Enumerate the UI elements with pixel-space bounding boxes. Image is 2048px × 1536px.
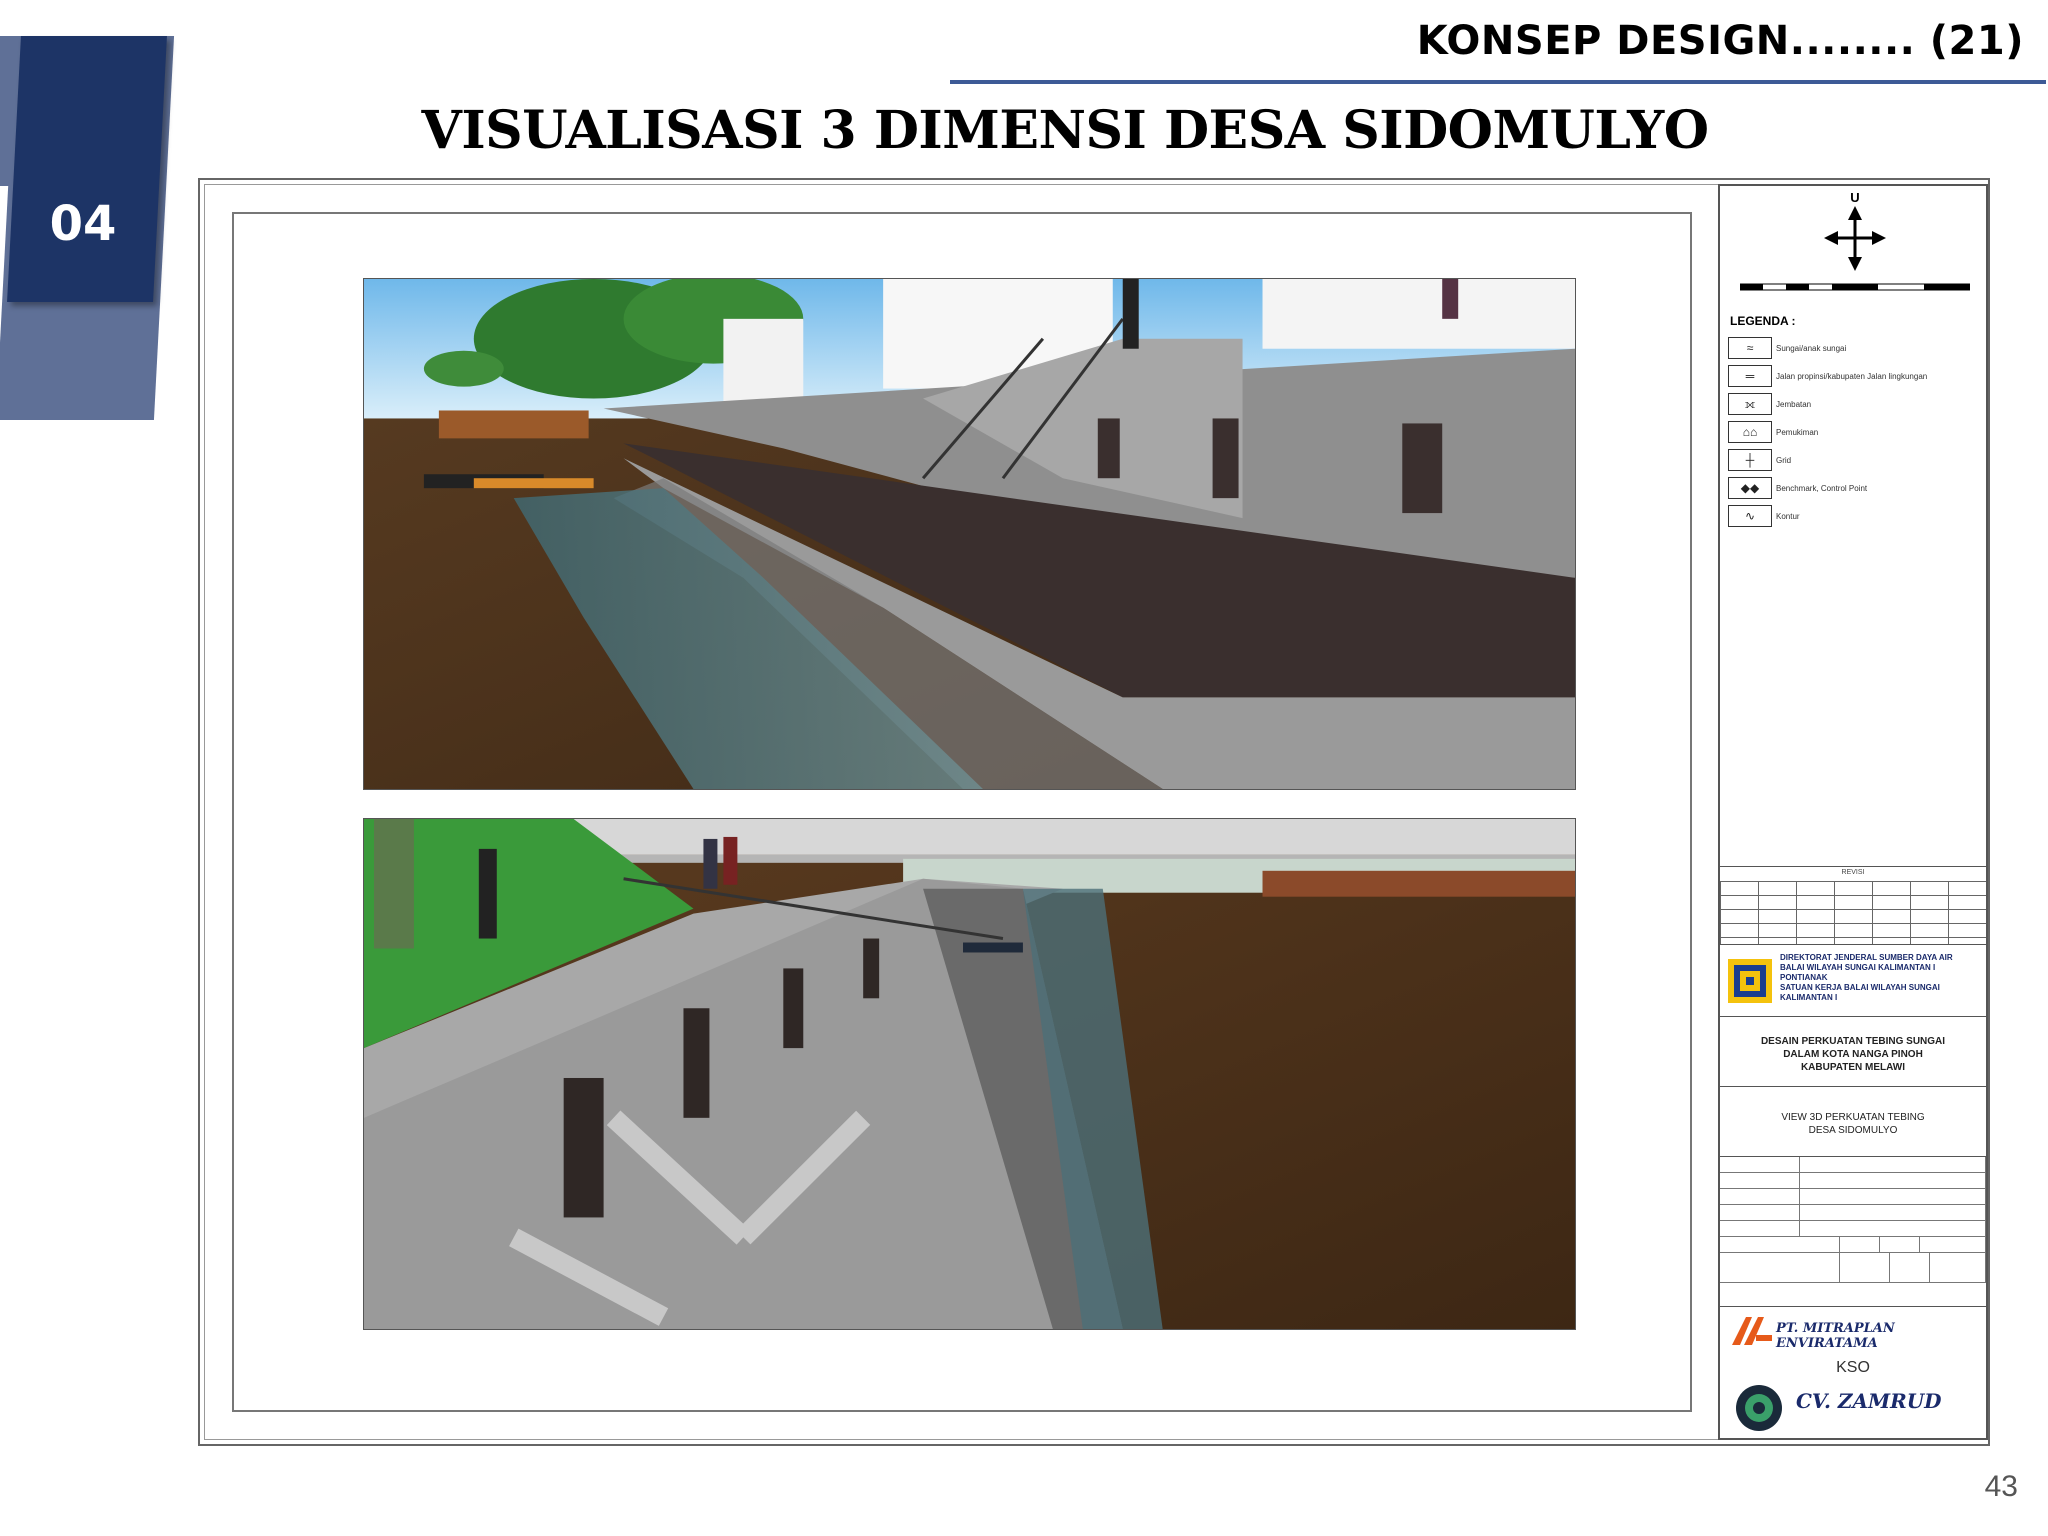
revision-grid: [1720, 881, 1986, 945]
contour-icon: ∿: [1728, 505, 1772, 527]
legend-item: ∿ Kontur: [1728, 502, 1978, 530]
agency-logo-icon: [1728, 959, 1772, 1003]
road-icon: ═: [1728, 365, 1772, 387]
revision-label: REVISI: [1841, 869, 1865, 876]
consultant-company-2: CV. ZAMRUD: [1796, 1389, 1942, 1413]
render-image-1: [364, 279, 1575, 789]
render-riverbank-view-1: [363, 278, 1576, 790]
legend-item: ⌂⌂ Pemukiman: [1728, 418, 1978, 446]
kso-label: KSO: [1836, 1359, 1870, 1376]
legend-list: ≈ Sungai/anak sungai ═ Jalan propinsi/ka…: [1728, 334, 1978, 530]
legend-title: LEGENDA :: [1730, 314, 1796, 328]
consultant-section: PT. MITRAPLAN ENVIRATAMA KSO CV. ZAMRUD: [1720, 1306, 1986, 1438]
mitraplan-logo-icon: [1732, 1317, 1772, 1345]
legend-item: ┼ Grid: [1728, 446, 1978, 474]
scale-bar-icon: [1740, 283, 1970, 291]
north-arrow-icon: [1824, 206, 1886, 271]
drawing-title-block: U LEGENDA : ≈ Sungai/anak sungai ═ Jalan…: [1718, 184, 1988, 1440]
agency-section: DIREKTORAT JENDERAL SUMBER DAYA AIR BALA…: [1720, 944, 1986, 1016]
benchmark-icon: ◆◆: [1728, 477, 1772, 499]
page-number: 43: [1984, 1470, 2018, 1503]
render-riverbank-view-2: [363, 818, 1576, 1330]
header-divider: [950, 80, 2046, 84]
legend-item: ◆◆ Benchmark, Control Point: [1728, 474, 1978, 502]
project-section: DESAIN PERKUATAN TEBING SUNGAI DALAM KOT…: [1720, 1016, 1986, 1086]
legend-item: ≈ Sungai/anak sungai: [1728, 334, 1978, 362]
grid-icon: ┼: [1728, 449, 1772, 471]
section-number: 04: [49, 196, 117, 252]
river-icon: ≈: [1728, 337, 1772, 359]
drawing-title-section: VIEW 3D PERKUATAN TEBING DESA SIDOMULYO: [1720, 1086, 1986, 1156]
signature-section: [1720, 1156, 1986, 1306]
legend-item: ⟗ Jembatan: [1728, 390, 1978, 418]
bridge-icon: ⟗: [1728, 393, 1772, 415]
agency-text: DIREKTORAT JENDERAL SUMBER DAYA AIR BALA…: [1780, 953, 1953, 1002]
page-title: VISUALISASI 3 DIMENSI DESA SIDOMULYO: [421, 100, 1709, 161]
section-label: KONSEP DESIGN........ (21): [1416, 18, 2024, 64]
legend-item: ═ Jalan propinsi/kabupaten Jalan lingkun…: [1728, 362, 1978, 390]
revision-table: REVISI: [1720, 866, 1986, 945]
section-badge: [7, 36, 167, 302]
signature-rows: [1720, 1157, 1986, 1283]
zamrud-logo-icon: [1736, 1385, 1782, 1431]
render-image-2: [364, 819, 1575, 1329]
consultant-company-1: PT. MITRAPLAN ENVIRATAMA: [1776, 1321, 1895, 1351]
settlement-icon: ⌂⌂: [1728, 421, 1772, 443]
